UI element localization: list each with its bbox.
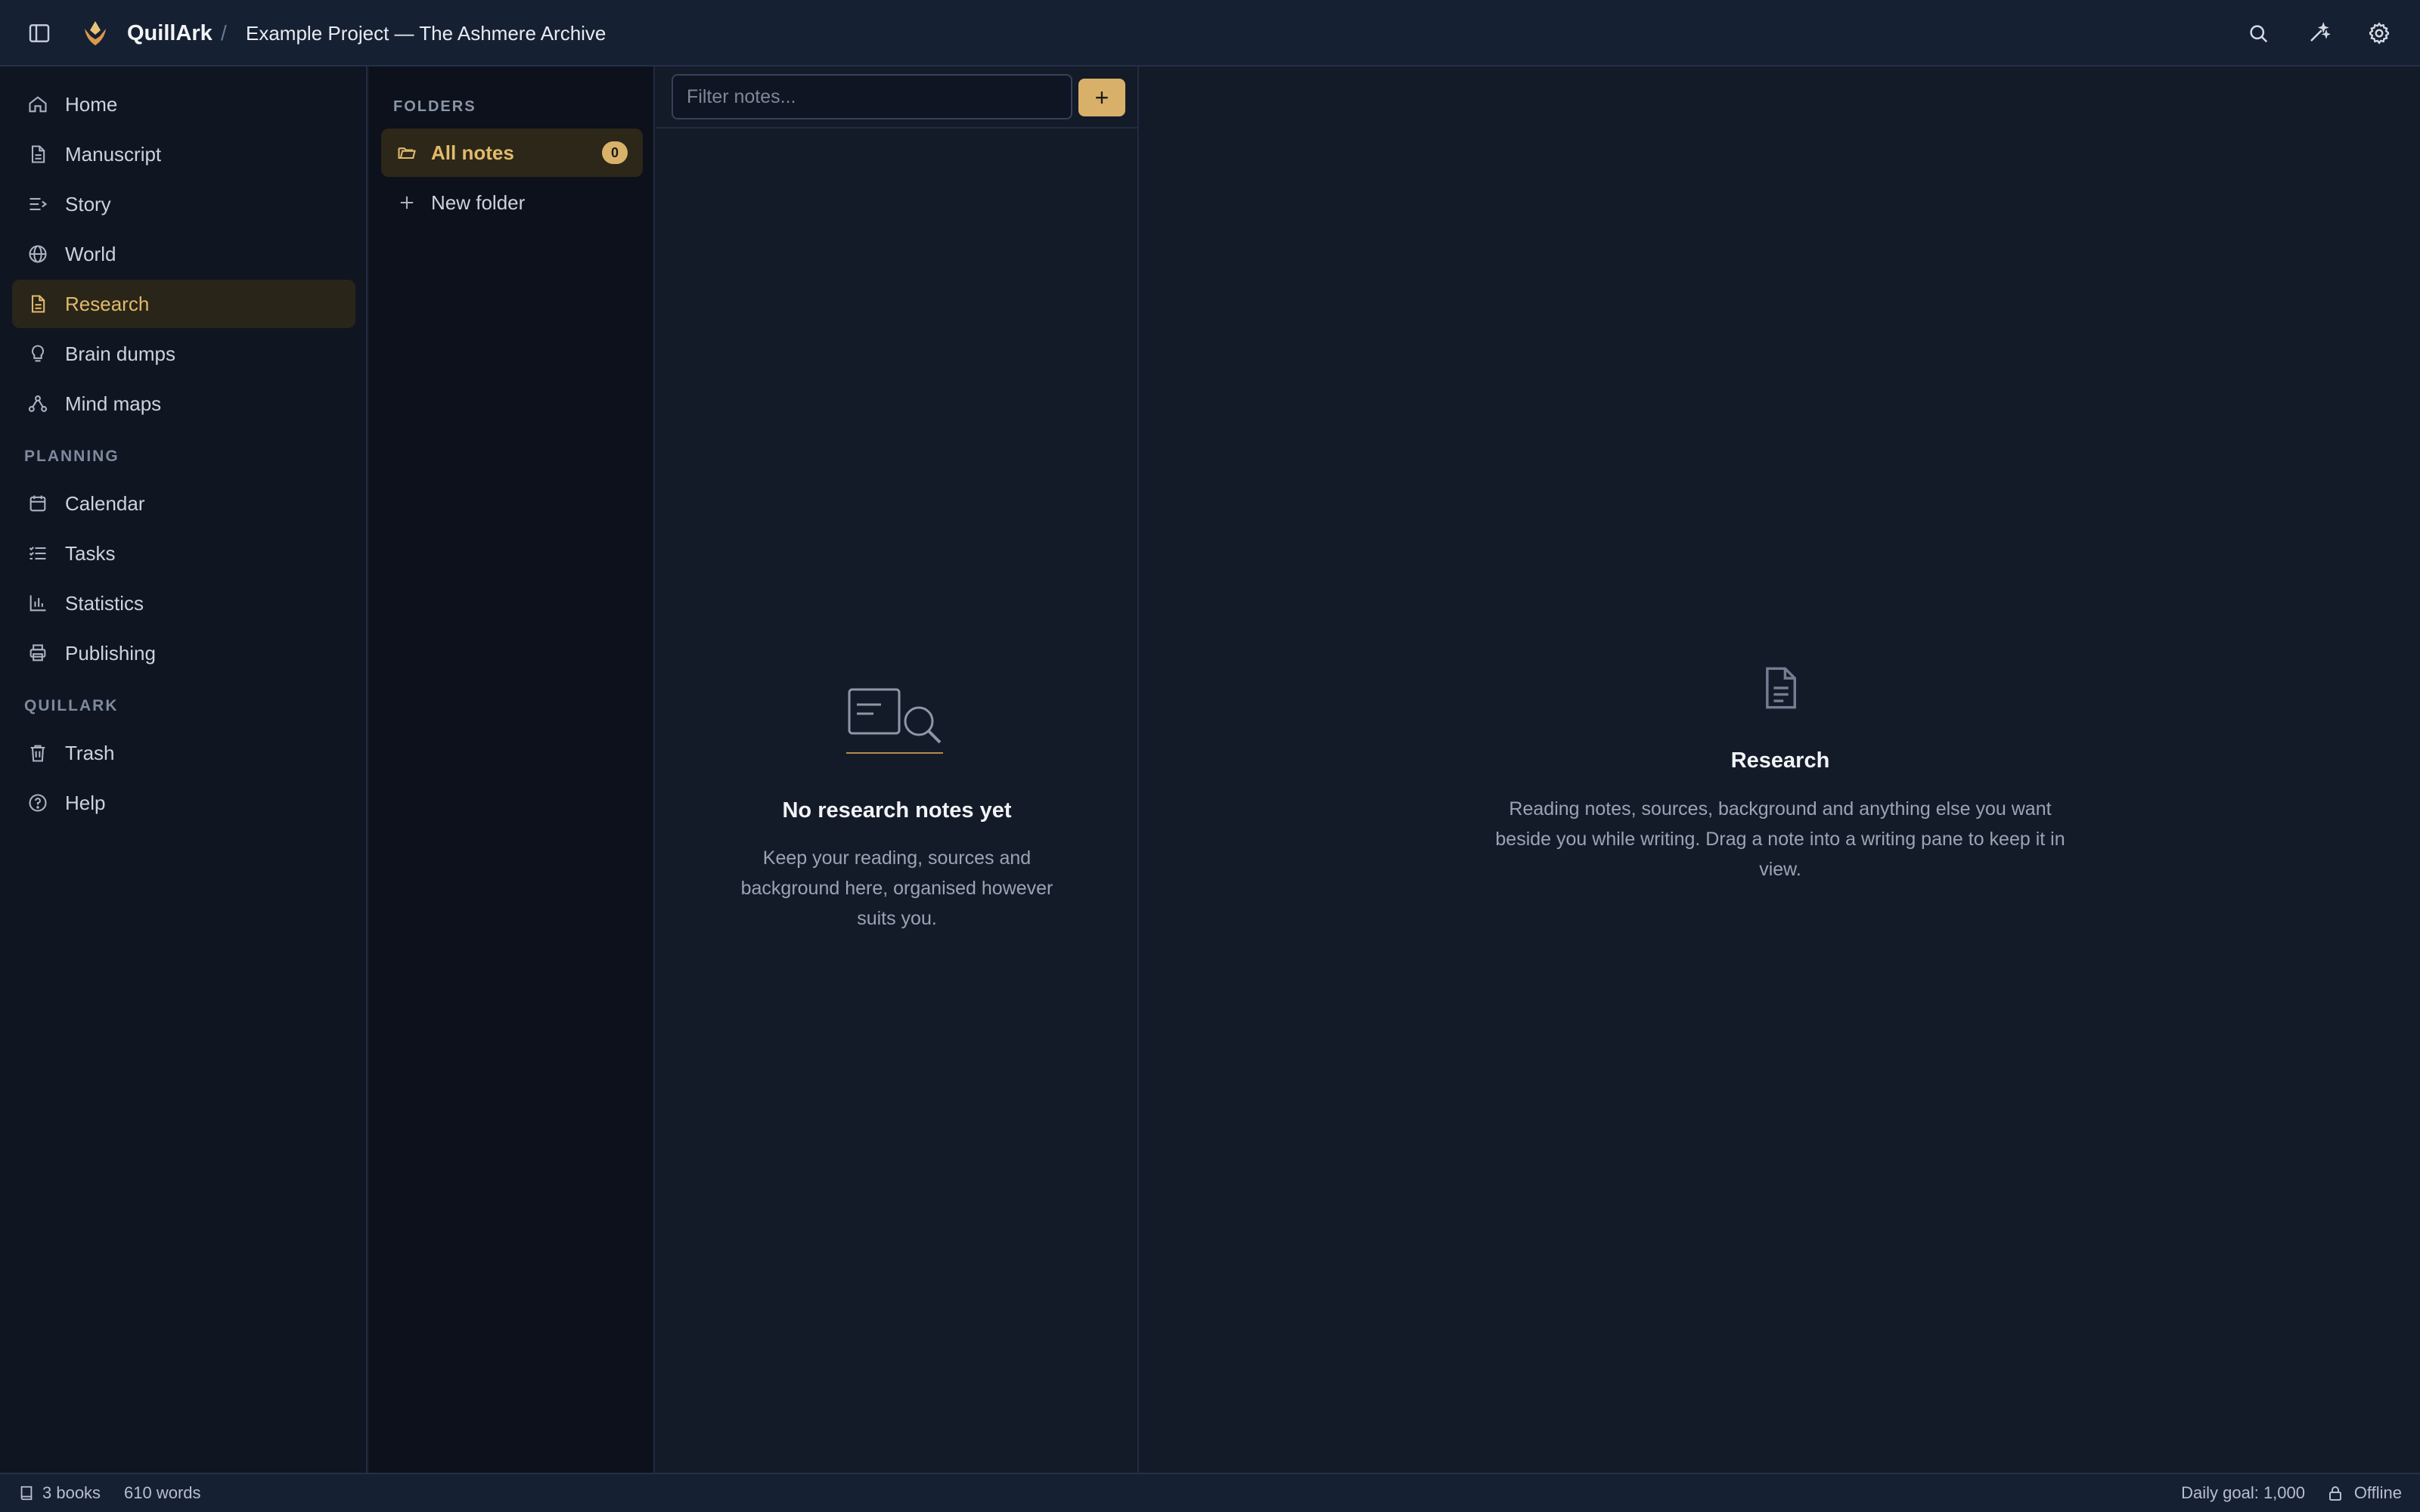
book-icon bbox=[18, 1485, 35, 1501]
status-bar: 3 books 610 words Daily goal: 1,000 Offl… bbox=[0, 1473, 2420, 1512]
sidebar-item-label: Manuscript bbox=[65, 143, 162, 166]
notes-empty-state: No research notes yet Keep your reading,… bbox=[656, 686, 1137, 934]
search-button[interactable] bbox=[2243, 18, 2273, 48]
search-icon bbox=[2247, 22, 2270, 45]
notes-list-pane: + No research notes yet Keep your readin… bbox=[656, 67, 1139, 1473]
app-name[interactable]: QuillArk bbox=[127, 18, 213, 48]
sidebar-item-publishing[interactable]: Publishing bbox=[12, 629, 355, 677]
sidebar-item-label: Story bbox=[65, 193, 111, 215]
document-icon bbox=[1761, 665, 1800, 711]
detail-title: Research bbox=[1730, 748, 1830, 773]
lock-icon bbox=[2328, 1485, 2343, 1501]
sync-status[interactable]: Offline bbox=[2354, 1474, 2402, 1512]
sidebar-item-label: Mind maps bbox=[65, 392, 162, 415]
folders-heading: FOLDERS bbox=[393, 98, 476, 115]
sidebar-item-label: Brain dumps bbox=[65, 342, 175, 365]
help-icon bbox=[27, 792, 48, 813]
sidebar-item-label: Help bbox=[65, 792, 106, 814]
sidebar-item-story[interactable]: Story bbox=[12, 180, 355, 228]
sidebar-item-trash[interactable]: Trash bbox=[12, 729, 355, 777]
breadcrumb-separator: / bbox=[221, 21, 227, 45]
folder-open-icon bbox=[396, 142, 417, 163]
word-count[interactable]: 610 words bbox=[124, 1474, 201, 1512]
gear-icon bbox=[2367, 21, 2391, 45]
sidebar-toggle-icon[interactable] bbox=[27, 21, 51, 45]
sidebar-item-mind-maps[interactable]: Mind maps bbox=[12, 380, 355, 428]
notes-count-badge: 0 bbox=[602, 141, 628, 164]
sidebar-item-label: Research bbox=[65, 293, 150, 315]
sidebar-item-label: Home bbox=[65, 93, 118, 116]
sidebar-item-help[interactable]: Help bbox=[12, 779, 355, 827]
research-icon bbox=[27, 293, 48, 314]
sidebar-item-statistics[interactable]: Statistics bbox=[12, 579, 355, 627]
project-title[interactable]: Example Project — The Ashmere Archive bbox=[246, 18, 606, 48]
ai-assist-button[interactable] bbox=[2304, 18, 2334, 48]
books-count[interactable]: 3 books bbox=[42, 1474, 101, 1512]
folder-label: All notes bbox=[431, 141, 514, 164]
filter-toolbar: + bbox=[656, 67, 1137, 129]
magic-wand-icon bbox=[2307, 22, 2330, 45]
sidebar-item-label: Trash bbox=[65, 742, 115, 764]
sidebar-item-home[interactable]: Home bbox=[12, 80, 355, 129]
research-detail-pane: Research Reading notes, sources, backgro… bbox=[1140, 67, 2420, 1473]
folder-all-notes[interactable]: All notes 0 bbox=[381, 129, 643, 177]
printer-icon bbox=[27, 643, 48, 664]
folders-pane: FOLDERS All notes 0 New folder bbox=[369, 67, 655, 1473]
sidebar-item-brain-dumps[interactable]: Brain dumps bbox=[12, 330, 355, 378]
new-folder-button[interactable]: New folder bbox=[381, 178, 643, 227]
sidebar-item-label: World bbox=[65, 243, 116, 265]
lightbulb-icon bbox=[27, 343, 48, 364]
empty-notes-description: Keep your reading, sources and backgroun… bbox=[740, 847, 1053, 929]
sidebar-item-manuscript[interactable]: Manuscript bbox=[12, 130, 355, 178]
sidebar-item-calendar[interactable]: Calendar bbox=[12, 479, 355, 528]
section-label-quillark: QUILLARK bbox=[24, 697, 119, 714]
add-note-button[interactable]: + bbox=[1078, 79, 1125, 116]
chart-icon bbox=[27, 593, 48, 614]
top-bar: QuillArk / Example Project — The Ashmere… bbox=[0, 0, 2420, 67]
mind-map-icon bbox=[27, 393, 48, 414]
plus-icon bbox=[396, 192, 417, 213]
daily-goal[interactable]: Daily goal: 1,000 bbox=[2181, 1474, 2305, 1512]
notes-search-illustration-icon bbox=[846, 686, 948, 758]
document-icon bbox=[27, 144, 48, 165]
globe-icon bbox=[27, 243, 48, 265]
trash-icon bbox=[27, 742, 48, 764]
quillark-logo[interactable] bbox=[80, 18, 110, 48]
detail-description: Reading notes, sources, background and a… bbox=[1495, 798, 2065, 880]
settings-button[interactable] bbox=[2364, 18, 2394, 48]
sidebar-item-label: Publishing bbox=[65, 642, 156, 665]
sidebar-item-label: Calendar bbox=[65, 492, 145, 515]
sidebar-item-label: Tasks bbox=[65, 542, 116, 565]
sidebar-item-research[interactable]: Research bbox=[12, 280, 355, 328]
main-sidebar: Home Manuscript Story World Research Bra… bbox=[0, 67, 368, 1473]
sidebar-item-label: Statistics bbox=[65, 592, 144, 615]
home-icon bbox=[27, 94, 48, 115]
filter-notes-input[interactable] bbox=[672, 74, 1072, 119]
sidebar-item-world[interactable]: World bbox=[12, 230, 355, 278]
empty-notes-title: No research notes yet bbox=[782, 798, 1012, 823]
sidebar-item-tasks[interactable]: Tasks bbox=[12, 529, 355, 578]
new-folder-label: New folder bbox=[431, 191, 526, 214]
story-lines-icon bbox=[27, 194, 48, 215]
calendar-icon bbox=[27, 493, 48, 514]
section-label-planning: PLANNING bbox=[24, 448, 119, 465]
tasks-icon bbox=[27, 543, 48, 564]
